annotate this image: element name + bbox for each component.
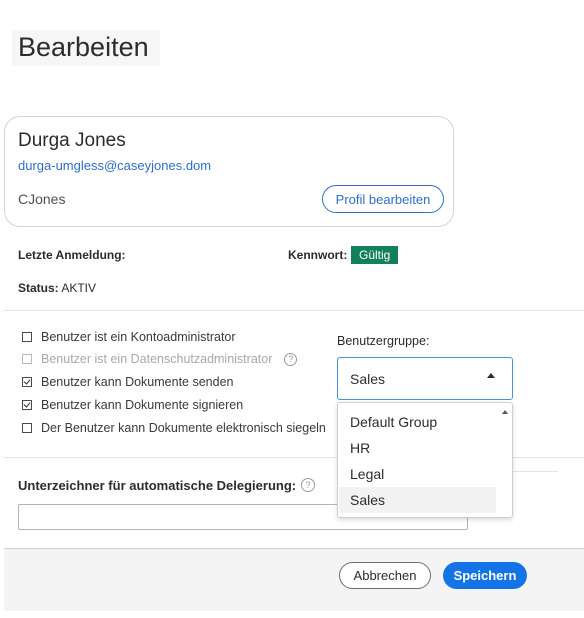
- save-button[interactable]: Speichern: [443, 562, 527, 589]
- user-group-selected-value: Sales: [350, 371, 386, 387]
- caret-up-icon: [487, 373, 495, 378]
- profile-username: CJones: [18, 191, 66, 207]
- dropdown-option-legal[interactable]: Legal: [339, 461, 496, 487]
- dropdown-option-sales[interactable]: Sales: [339, 487, 496, 513]
- checkbox-box[interactable]: [22, 377, 32, 387]
- cancel-button[interactable]: Abbrechen: [339, 562, 431, 589]
- dropdown-scrollbar[interactable]: [500, 403, 512, 517]
- dropdown-option-default-group[interactable]: Default Group: [339, 409, 496, 435]
- question-circle-icon[interactable]: ?: [301, 478, 315, 492]
- section-divider: [4, 310, 584, 311]
- user-group-dropdown: Default Group HR Legal Sales: [337, 402, 513, 518]
- checkbox-label: Der Benutzer kann Dokumente elektronisch…: [41, 421, 326, 435]
- checkbox-box[interactable]: [22, 400, 32, 410]
- status-label: Status:: [18, 281, 59, 295]
- checkbox-can-sign[interactable]: Benutzer kann Dokumente signieren: [22, 398, 243, 412]
- checkbox-label: Benutzer ist ein Kontoadministrator: [41, 330, 236, 344]
- question-circle-icon[interactable]: ?: [284, 352, 298, 366]
- checkbox-label: Benutzer ist ein Datenschutzadministrato…: [41, 352, 273, 366]
- dialog-footer: Abbrechen Speichern: [4, 548, 584, 611]
- section-divider: [511, 457, 584, 458]
- section-divider: [511, 471, 558, 472]
- password-status-badge: Gültig: [351, 246, 399, 264]
- profile-email-link[interactable]: durga-umgless@caseyjones.dom: [18, 158, 211, 173]
- checkbox-box[interactable]: [22, 423, 32, 433]
- checkbox-account-admin[interactable]: Benutzer ist ein Kontoadministrator: [22, 330, 236, 344]
- checkbox-can-seal[interactable]: Der Benutzer kann Dokumente elektronisch…: [22, 421, 326, 435]
- user-group-label: Benutzergruppe:: [337, 334, 430, 348]
- profile-name: Durga Jones: [18, 130, 126, 151]
- checkbox-box[interactable]: [22, 332, 32, 342]
- status-row: Status: AKTIV: [18, 281, 96, 295]
- checkbox-box: [22, 354, 32, 364]
- checkbox-label: Benutzer kann Dokumente signieren: [41, 398, 244, 412]
- checkbox-label: Benutzer kann Dokumente senden: [41, 375, 234, 389]
- edit-user-dialog: Bearbeiten Durga Jones durga-umgless@cas…: [0, 0, 584, 618]
- page-title: Bearbeiten: [18, 32, 149, 62]
- last-login-label: Letzte Anmeldung:: [18, 248, 126, 262]
- checkbox-can-send[interactable]: Benutzer kann Dokumente senden: [22, 375, 234, 389]
- checkbox-privacy-admin: Benutzer ist ein Datenschutzadministrato…: [22, 352, 298, 366]
- scroll-up-arrow-icon[interactable]: [502, 410, 508, 414]
- status-value: AKTIV: [58, 281, 97, 295]
- edit-profile-button[interactable]: Profil bearbeiten: [322, 185, 444, 213]
- dropdown-option-hr[interactable]: HR: [339, 435, 496, 461]
- delegation-label: Unterzeichner für automatische Delegieru…: [18, 478, 297, 493]
- profile-card: Durga Jones durga-umgless@caseyjones.dom…: [4, 116, 454, 227]
- user-group-select[interactable]: Sales: [337, 357, 513, 400]
- password-label: Kennwort:: [288, 248, 348, 262]
- section-divider: [4, 457, 338, 458]
